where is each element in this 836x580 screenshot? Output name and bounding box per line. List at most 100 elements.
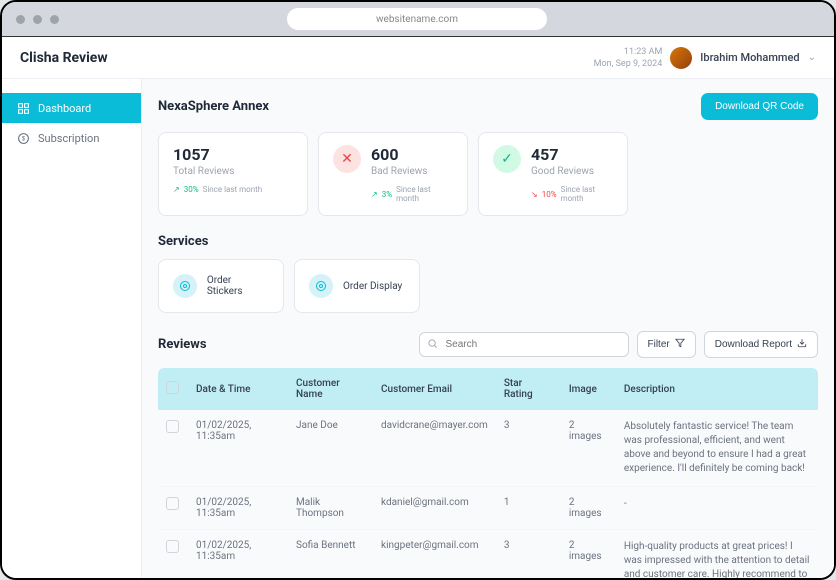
col-image[interactable]: Image: [561, 368, 616, 410]
cell-email: kdaniel@gmail.com: [373, 487, 496, 530]
user-menu[interactable]: 11:23 AM Mon, Sep 9, 2024 Ibrahim Mohamm…: [594, 46, 816, 70]
table-header-row: Date & Time Customer Name Customer Email…: [158, 368, 818, 410]
sidebar-item-label: Dashboard: [38, 102, 91, 115]
display-icon: [309, 274, 333, 298]
col-email[interactable]: Customer Email: [373, 368, 496, 410]
sidebar: Dashboard $ Subscription: [2, 79, 142, 578]
search-input[interactable]: [419, 332, 629, 357]
service-label: Order Stickers: [207, 275, 269, 297]
stat-trend: ↗ 30% Since last month: [173, 185, 293, 194]
sticker-icon: [173, 274, 197, 298]
arrow-up-icon: ↗: [173, 185, 180, 194]
sidebar-item-dashboard[interactable]: Dashboard: [2, 93, 141, 123]
services-row: Order Stickers Order Display: [158, 259, 818, 313]
arrow-up-icon: ↗: [371, 190, 378, 199]
time: 11:23 AM: [594, 46, 663, 58]
search-box: [419, 332, 629, 357]
cell-image: 2 images: [561, 487, 616, 530]
cell-email: davidcrane@mayer.com: [373, 410, 496, 487]
sidebar-item-label: Subscription: [38, 132, 99, 145]
download-report-button[interactable]: Download Report: [704, 331, 818, 358]
stat-label: Bad Reviews: [371, 166, 453, 177]
reviews-heading: Reviews: [158, 337, 207, 352]
cell-rating: 3: [496, 410, 561, 487]
check-circle-icon: ✓: [493, 145, 521, 173]
url-text: websitename.com: [376, 14, 458, 25]
traffic-light-maximize[interactable]: [50, 15, 59, 24]
app-body: Dashboard $ Subscription NexaSphere Anne…: [2, 79, 834, 578]
cell-description: High-quality products at great prices! I…: [616, 530, 818, 579]
avatar: [670, 47, 692, 69]
dollar-circle-icon: $: [16, 131, 30, 145]
url-bar[interactable]: websitename.com: [287, 8, 547, 30]
cell-description: -: [616, 487, 818, 530]
row-checkbox[interactable]: [166, 497, 179, 510]
cell-rating: 3: [496, 530, 561, 579]
trend-note: Since last month: [561, 185, 613, 203]
sidebar-item-subscription[interactable]: $ Subscription: [2, 123, 141, 153]
select-all-checkbox[interactable]: [166, 381, 179, 394]
download-label: Download Report: [715, 339, 792, 350]
arrow-down-icon: ↘: [531, 190, 538, 199]
stat-value: 457: [531, 145, 613, 164]
cell-image: 2 images: [561, 410, 616, 487]
cell-datetime: 01/02/2025, 11:35am: [188, 410, 288, 487]
service-order-display[interactable]: Order Display: [294, 259, 420, 313]
main-content: NexaSphere Annex Download QR Code 1057 T…: [142, 79, 834, 578]
services-heading: Services: [158, 234, 818, 249]
stat-value: 600: [371, 145, 453, 164]
cell-description: Absolutely fantastic service! The team w…: [616, 410, 818, 487]
stat-label: Good Reviews: [531, 166, 613, 177]
cell-image: 2 images: [561, 530, 616, 579]
cell-datetime: 01/02/2025, 11:35am: [188, 487, 288, 530]
stat-label: Total Reviews: [173, 166, 293, 177]
trend-value: 30%: [184, 185, 199, 194]
stats-row: 1057 Total Reviews ↗ 30% Since last mont…: [158, 132, 818, 216]
cell-name: Malik Thompson: [288, 487, 373, 530]
chevron-down-icon: ⌄: [808, 52, 816, 63]
page-title: NexaSphere Annex: [158, 99, 269, 114]
stat-value: 1057: [173, 145, 293, 164]
col-description[interactable]: Description: [616, 368, 818, 410]
reviews-toolbar: Reviews Filter Download Re: [158, 331, 818, 358]
row-checkbox[interactable]: [166, 420, 179, 433]
traffic-light-minimize[interactable]: [33, 15, 42, 24]
col-name[interactable]: Customer Name: [288, 368, 373, 410]
col-rating[interactable]: Star Rating: [496, 368, 561, 410]
filter-button[interactable]: Filter: [637, 331, 696, 358]
filter-label: Filter: [648, 339, 670, 350]
cell-name: Jane Doe: [288, 410, 373, 487]
table-row: 01/02/2025, 11:35am Sofia Bennett kingpe…: [158, 530, 818, 579]
trend-value: 10%: [542, 190, 557, 199]
cell-rating: 1: [496, 487, 561, 530]
download-qr-button[interactable]: Download QR Code: [701, 93, 818, 120]
stat-card-total: 1057 Total Reviews ↗ 30% Since last mont…: [158, 132, 308, 216]
trend-note: Since last month: [396, 185, 453, 203]
date: Mon, Sep 9, 2024: [594, 58, 663, 70]
search-icon: [427, 338, 438, 352]
browser-window: websitename.com Clisha Review 11:23 AM M…: [0, 0, 836, 580]
stat-trend: ↘ 10% Since last month: [531, 185, 613, 203]
app-shell: Clisha Review 11:23 AM Mon, Sep 9, 2024 …: [2, 37, 834, 578]
row-checkbox[interactable]: [166, 540, 179, 553]
time-date: 11:23 AM Mon, Sep 9, 2024: [594, 46, 663, 70]
stat-card-good: ✓ 457 Good Reviews ↘ 10% Since last mont…: [478, 132, 628, 216]
trend-value: 3%: [382, 190, 392, 199]
app-logo: Clisha Review: [20, 50, 108, 66]
stat-card-bad: ✕ 600 Bad Reviews ↗ 3% Since last month: [318, 132, 468, 216]
cell-email: kingpeter@gmail.com: [373, 530, 496, 579]
download-icon: [797, 338, 807, 351]
traffic-light-close[interactable]: [16, 15, 25, 24]
page-header: NexaSphere Annex Download QR Code: [158, 93, 818, 120]
service-label: Order Display: [343, 281, 402, 292]
user-name: Ibrahim Mohammed: [700, 51, 799, 64]
browser-chrome-bar: websitename.com: [2, 2, 834, 37]
col-date[interactable]: Date & Time: [188, 368, 288, 410]
reviews-table: Date & Time Customer Name Customer Email…: [158, 368, 818, 578]
trend-note: Since last month: [203, 185, 263, 194]
service-order-stickers[interactable]: Order Stickers: [158, 259, 284, 313]
table-row: 01/02/2025, 11:35am Jane Doe davidcrane@…: [158, 410, 818, 487]
cell-name: Sofia Bennett: [288, 530, 373, 579]
topbar: Clisha Review 11:23 AM Mon, Sep 9, 2024 …: [2, 37, 834, 79]
grid-icon: [16, 101, 30, 115]
